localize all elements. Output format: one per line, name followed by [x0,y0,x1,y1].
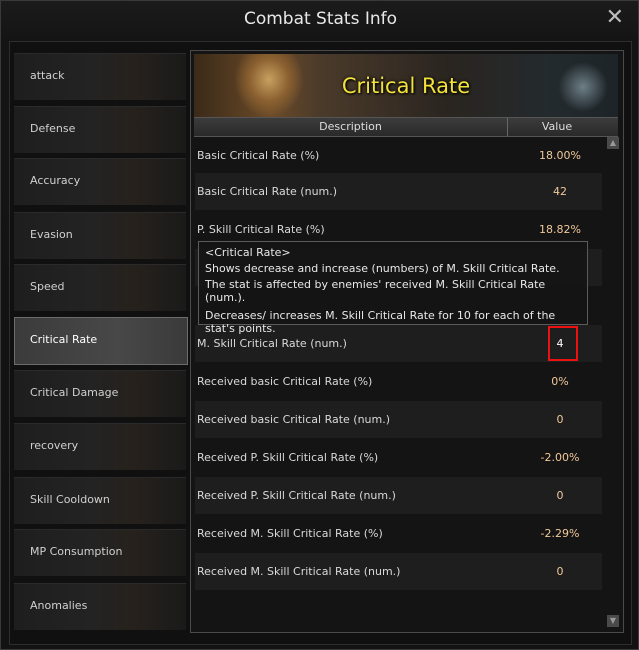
sidebar-item-evasion[interactable]: Evasion [14,210,186,260]
row-value: 0 [556,565,564,578]
sidebar-item-label: recovery [30,439,79,452]
window-title: Combat Stats Info [243,9,398,29]
sidebar-item-defense[interactable]: Defense [14,104,186,154]
tooltip-title: <Critical Rate> [205,246,291,259]
sidebar-item-label: Speed [30,280,65,293]
sidebar-item-label: Anomalies [30,599,88,612]
sidebar-item-critical-rate[interactable]: Critical Rate [14,315,188,365]
row-description: Received basic Critical Rate (num.) [197,413,391,426]
sidebar-item-label: Accuracy [30,174,81,187]
column-header-description: Description [194,118,508,136]
sidebar-item-label: MP Consumption [30,545,123,558]
sidebar-item-label: Skill Cooldown [30,493,110,506]
row-description: Received M. Skill Critical Rate (num.) [197,565,401,578]
sidebar-item-label: Critical Damage [30,386,119,399]
sidebar-item-label: Critical Rate [30,333,98,346]
banner-title: Critical Rate [341,74,471,98]
table-row: Basic Critical Rate (%) 18.00% [195,137,602,174]
row-description: Basic Critical Rate (num.) [197,185,338,198]
row-description: Basic Critical Rate (%) [197,149,320,162]
sidebar-item-recovery[interactable]: recovery [14,421,186,471]
row-value: 42 [553,185,567,198]
table-row: Received basic Critical Rate (num.) 0 [195,401,602,438]
row-value: 0% [551,375,569,388]
sidebar-item-critical-damage[interactable]: Critical Damage [14,368,186,418]
table-header: Description Value [194,117,618,137]
row-description: Received M. Skill Critical Rate (%) [197,527,383,540]
table-row: Received M. Skill Critical Rate (%) -2.29… [195,515,602,552]
sidebar-item-skill-cooldown[interactable]: Skill Cooldown [14,475,186,525]
row-value: 0 [556,413,564,426]
category-banner: Critical Rate [194,54,618,118]
sidebar-item-anomalies[interactable]: Anomalies [14,581,186,631]
column-header-value: Value [541,120,573,133]
sidebar-item-label: attack [30,69,65,82]
stat-tooltip: <Critical Rate> Shows decrease and incre… [198,241,588,335]
tooltip-line: Decreases/ increases M. Skill Critical R… [205,309,556,335]
highlight-box [548,326,578,361]
close-icon[interactable]: ✕ [606,7,624,29]
table-row: Received P. Skill Critical Rate (%) -2.00… [195,439,602,476]
sidebar-item-accuracy[interactable]: Accuracy [14,156,186,206]
tooltip-line: Shows decrease and increase (numbers) of… [205,262,560,275]
row-value: -2.00% [540,451,580,464]
row-description: Received P. Skill Critical Rate (num.) [197,489,396,502]
sidebar-item-attack[interactable]: attack [14,51,186,101]
row-value: -2.29% [540,527,580,540]
scroll-down-icon[interactable]: ▼ [607,615,619,627]
sidebar-item-mp-consumption[interactable]: MP Consumption [14,527,186,577]
table-row: Received M. Skill Critical Rate (num.) 0 [195,553,602,590]
tooltip-line: The stat is affected by enemies' receive… [205,278,546,304]
stat-category-sidebar: attack Defense Accuracy Evasion Speed Cr… [14,47,188,632]
sidebar-item-speed[interactable]: Speed [14,262,186,312]
table-row: Basic Critical Rate (num.) 42 [195,173,602,210]
row-value: 18.00% [539,149,581,162]
row-description: Received P. Skill Critical Rate (%) [197,451,379,464]
sidebar-item-label: Evasion [30,228,73,241]
table-row: Received basic Critical Rate (%) 0% [195,363,602,400]
sidebar-item-label: Defense [30,122,76,135]
row-value: 0 [556,489,564,502]
table-row: Received P. Skill Critical Rate (num.) 0 [195,477,602,514]
row-description: Received basic Critical Rate (%) [197,375,373,388]
